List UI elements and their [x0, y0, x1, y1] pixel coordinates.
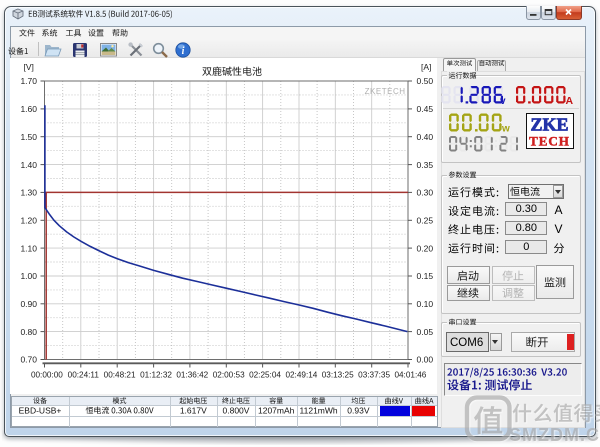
svg-text:0.05: 0.05	[417, 327, 434, 337]
svg-text:EBD-USB+: EBD-USB+	[19, 405, 62, 415]
svg-text:02:49:14: 02:49:14	[285, 370, 317, 379]
svg-text:COM6: COM6	[450, 337, 483, 349]
svg-text:A: A	[555, 203, 563, 217]
svg-text:03:37:35: 03:37:35	[358, 370, 390, 379]
svg-text:0.35: 0.35	[417, 160, 434, 170]
svg-text:SMZDM.COM: SMZDM.COM	[509, 425, 600, 445]
svg-text:0.25: 0.25	[417, 215, 434, 225]
svg-text:i: i	[182, 46, 185, 57]
svg-text:1.00: 1.00	[20, 271, 37, 281]
svg-text:0.20: 0.20	[417, 243, 434, 253]
svg-text:1.20: 1.20	[20, 215, 37, 225]
svg-text:02:25:04: 02:25:04	[249, 370, 281, 379]
svg-text:0.50: 0.50	[417, 76, 434, 86]
svg-text:0.800V: 0.800V	[223, 405, 250, 415]
svg-text:1.10: 1.10	[20, 243, 37, 253]
svg-text:V: V	[555, 222, 563, 236]
svg-text:ZKETECH: ZKETECH	[365, 87, 406, 96]
svg-text:0.10: 0.10	[417, 299, 434, 309]
svg-text:0.15: 0.15	[417, 271, 434, 281]
svg-text:01:12:32: 01:12:32	[140, 370, 172, 379]
svg-text:03:13:25: 03:13:25	[322, 370, 354, 379]
svg-text:ZKE: ZKE	[530, 115, 568, 135]
svg-text:1.30: 1.30	[20, 188, 37, 198]
svg-text:02:00:53: 02:00:53	[213, 370, 245, 379]
svg-text:1.60: 1.60	[20, 104, 37, 114]
svg-text:04:01:46: 04:01:46	[394, 370, 426, 379]
svg-text:1.50: 1.50	[20, 132, 37, 142]
svg-text:A: A	[566, 95, 574, 107]
svg-text:00:00:00: 00:00:00	[31, 370, 63, 379]
svg-text:w: w	[501, 124, 510, 135]
svg-text:1.40: 1.40	[20, 160, 37, 170]
svg-text:0.00: 0.00	[417, 355, 434, 365]
svg-text:00:24:11: 00:24:11	[68, 370, 100, 379]
svg-text:01:36:42: 01:36:42	[176, 370, 208, 379]
svg-text:v: v	[500, 96, 506, 107]
svg-text:0.90: 0.90	[20, 299, 37, 309]
svg-text:TECH: TECH	[529, 134, 570, 149]
svg-text:1.70: 1.70	[20, 76, 37, 86]
svg-text:1121mWh: 1121mWh	[300, 405, 338, 415]
svg-text:0.30: 0.30	[417, 188, 434, 198]
svg-text:0.80: 0.80	[20, 327, 37, 337]
svg-text:1.617V: 1.617V	[180, 405, 207, 415]
svg-text:[A]: [A]	[421, 62, 431, 72]
svg-text:0.93V: 0.93V	[347, 405, 370, 415]
svg-text:0.70: 0.70	[20, 355, 37, 365]
svg-text:[V]: [V]	[24, 62, 34, 72]
svg-text:0.45: 0.45	[417, 104, 434, 114]
svg-text:0.40: 0.40	[417, 132, 434, 142]
svg-text:00:48:21: 00:48:21	[104, 370, 136, 379]
svg-text:1207mAh: 1207mAh	[258, 405, 295, 415]
